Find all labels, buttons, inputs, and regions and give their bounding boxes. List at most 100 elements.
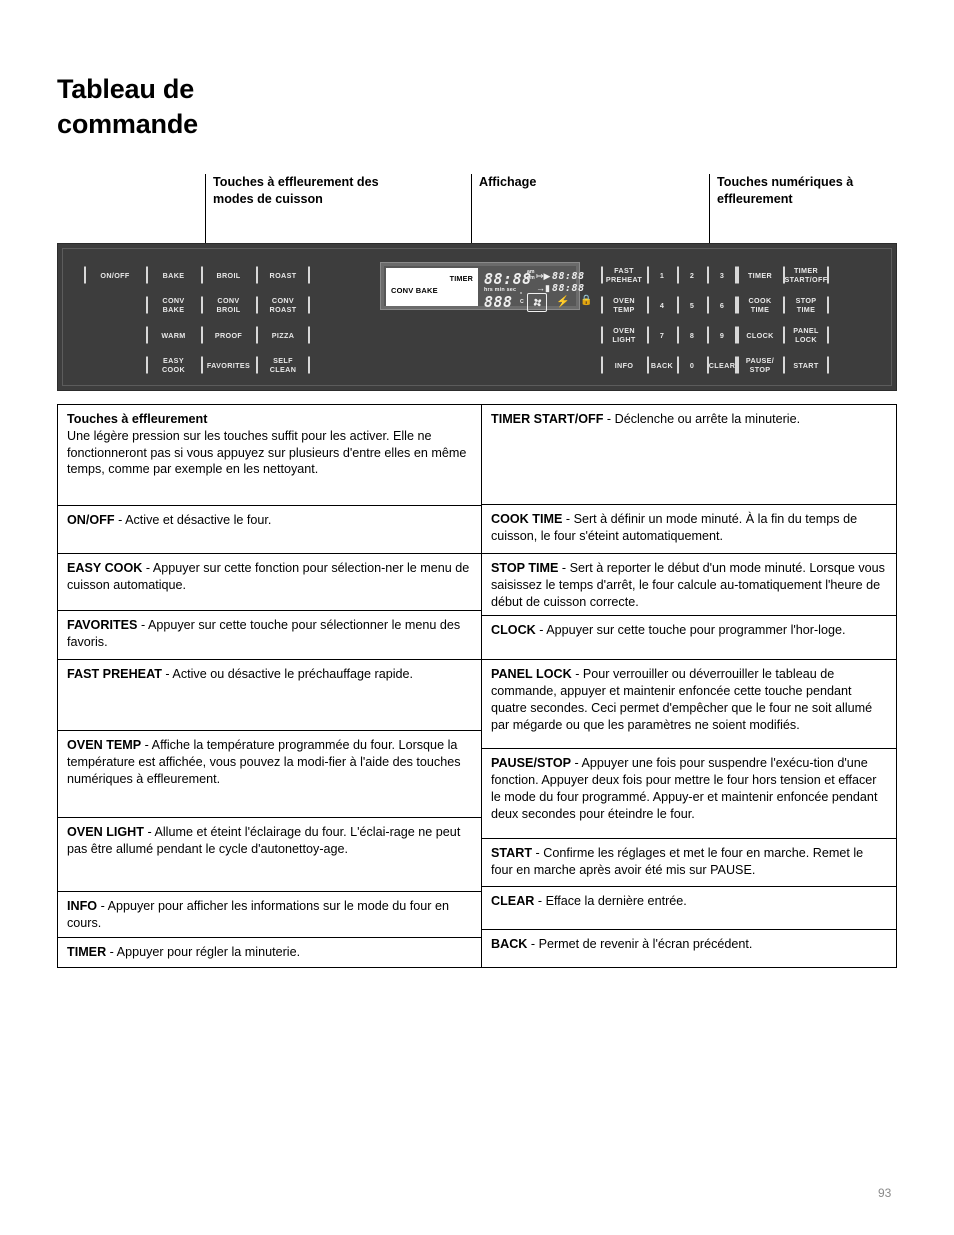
- convection-fan-icon: [527, 293, 547, 312]
- key-panel-lock[interactable]: PANEL LOCK: [783, 320, 829, 350]
- table-row-right-pause-stop: PAUSE/STOP - Appuyer une fois pour suspe…: [482, 749, 896, 840]
- table-row-description: - Efface la dernière entrée.: [534, 894, 687, 909]
- table-row-left-fast-preheat: FAST PREHEAT - Active ou désactive le pr…: [58, 660, 481, 731]
- table-row-key-name: COOK TIME: [491, 512, 563, 526]
- numeric-keypad: FAST PREHEAT 1 2 3 TIMER TIMER START/OFF OVEN …: [601, 260, 873, 380]
- table-column-right: TIMER START/OFF - Déclenche ou arrête la…: [482, 405, 896, 967]
- key-cook-time[interactable]: COOK TIME: [737, 290, 783, 320]
- lcd-temperature-digits: 888: [484, 293, 513, 311]
- key-pause-stop[interactable]: PAUSE/ STOP: [737, 350, 783, 380]
- key-9[interactable]: 9: [707, 320, 737, 350]
- table-row-key-name: EASY COOK: [67, 561, 143, 575]
- lcd-timer-label: TIMER: [449, 274, 473, 283]
- key-stop-time[interactable]: STOP TIME: [783, 290, 829, 320]
- key-roast[interactable]: ROAST: [256, 260, 310, 290]
- key-8[interactable]: 8: [677, 320, 707, 350]
- key-conv-broil[interactable]: CONV BROIL: [201, 290, 256, 320]
- table-row-key-name: STOP TIME: [491, 561, 559, 575]
- lcd-ampm-indicator: am pm: [527, 269, 535, 281]
- page-title: Tableau de commande: [57, 72, 387, 141]
- key-3[interactable]: 3: [707, 260, 737, 290]
- table-row-left-easy-cook: EASY COOK - Appuyer sur cette fonction p…: [58, 554, 481, 611]
- table-row-right-clear: CLEAR - Efface la dernière entrée.: [482, 887, 896, 931]
- table-row-left-timer: TIMER - Appuyer pour régler la minuterie…: [58, 938, 481, 967]
- key-conv-roast[interactable]: CONV ROAST: [256, 290, 310, 320]
- table-row-key-name: CLEAR: [491, 894, 535, 909]
- table-row-description: - Appuyer pour régler la minuterie.: [106, 944, 301, 959]
- table-row-description: - Déclenche ou arrête la minuterie.: [603, 412, 801, 426]
- table-row-key-name: PAUSE/STOP: [491, 756, 572, 771]
- table-row-description: - Active et désactive le four.: [114, 513, 272, 527]
- table-row-key-name: BACK: [491, 937, 528, 952]
- table-row-left-touches-effleurement: Touches à effleurement Une légère pressio…: [58, 405, 481, 506]
- key-fast-preheat[interactable]: FAST PREHEAT: [601, 260, 647, 290]
- lcd-clock-digits: 88:88: [484, 270, 532, 288]
- table-row-key-name: ON/OFF: [67, 513, 115, 527]
- key-2[interactable]: 2: [677, 260, 707, 290]
- key-timer-start-off[interactable]: TIMER START/OFF: [783, 260, 829, 290]
- key-oven-light[interactable]: OVEN LIGHT: [601, 320, 647, 350]
- keypad-spacer: [84, 350, 146, 380]
- key-conv-bake[interactable]: CONV BAKE: [146, 290, 201, 320]
- key-self-clean[interactable]: SELF CLEAN: [256, 350, 310, 380]
- table-row-key-name: TIMER: [67, 944, 107, 959]
- lcd-screen: TIMER CONV BAKE 88:88 am pm hrs min sec …: [384, 266, 592, 312]
- key-on-off[interactable]: ON/OFF: [84, 260, 146, 290]
- table-row-heading: Touches à effleurement: [67, 412, 208, 426]
- key-1[interactable]: 1: [647, 260, 677, 290]
- key-clock[interactable]: CLOCK: [737, 320, 783, 350]
- table-column-left: Touches à effleurement Une légère pressio…: [58, 405, 482, 967]
- key-clear[interactable]: CLEAR: [707, 350, 737, 380]
- lcd-cook-time-digits: 88:88: [552, 271, 585, 282]
- key-bake[interactable]: BAKE: [146, 260, 201, 290]
- table-row-right-clock: CLOCK - Appuyer sur cette touche pour pr…: [482, 616, 896, 661]
- key-oven-temp[interactable]: OVEN TEMP: [601, 290, 647, 320]
- key-favorites[interactable]: FAVORITES: [201, 350, 256, 380]
- page-number: 93: [878, 1186, 892, 1200]
- table-row-description: - Confirme les réglages et met le four e…: [491, 846, 864, 878]
- table-row-right-back: BACK - Permet de revenir à l'écran précé…: [482, 930, 896, 966]
- table-row-body: Une légère pression sur les touches suff…: [67, 428, 467, 477]
- key-description-table: Touches à effleurement Une légère pressio…: [57, 404, 897, 968]
- key-6[interactable]: 6: [707, 290, 737, 320]
- lcd-degree-units: ° C: [520, 292, 524, 305]
- key-warm[interactable]: WARM: [146, 320, 201, 350]
- table-row-left-on-off: ON/OFF - Active et désactive le four.: [58, 506, 481, 554]
- key-4[interactable]: 4: [647, 290, 677, 320]
- key-0[interactable]: 0: [677, 350, 707, 380]
- key-start[interactable]: START: [783, 350, 829, 380]
- table-row-description: - Appuyer sur cette touche pour programm…: [535, 623, 846, 638]
- broil-bolt-icon: ⚡: [556, 296, 570, 308]
- table-row-key-name: OVEN LIGHT: [67, 825, 144, 839]
- key-5[interactable]: 5: [677, 290, 707, 320]
- lcd-text-area: TIMER CONV BAKE: [386, 268, 478, 306]
- key-easy-cook[interactable]: EASY COOK: [146, 350, 201, 380]
- table-row-key-name: TIMER START/OFF: [491, 412, 604, 426]
- table-row-right-cook-time: COOK TIME - Sert à définir un mode minut…: [482, 505, 896, 554]
- keypad-spacer: [84, 290, 146, 320]
- table-row-key-name: FAST PREHEAT: [67, 667, 162, 681]
- key-back[interactable]: BACK: [647, 350, 677, 380]
- key-info[interactable]: INFO: [601, 350, 647, 380]
- table-row-key-name: PANEL LOCK: [491, 667, 572, 682]
- lock-icon: 🔒: [580, 295, 593, 306]
- table-row-key-name: CLOCK: [491, 623, 536, 638]
- table-row-left-oven-temp: OVEN TEMP - Affiche la température progr…: [58, 731, 481, 818]
- table-row-description: - Appuyer pour afficher les informations…: [67, 899, 449, 930]
- table-row-right-start: START - Confirme les réglages et met le …: [482, 839, 896, 888]
- keypad-spacer: [84, 320, 146, 350]
- key-timer[interactable]: TIMER: [737, 260, 783, 290]
- key-broil[interactable]: BROIL: [201, 260, 256, 290]
- cook-start-arrow-icon: ↦▶: [536, 271, 551, 281]
- control-panel-illustration: ON/OFF BAKE BROIL ROAST CONV BAKE CONV BROIL C…: [57, 243, 897, 391]
- table-row-key-name: OVEN TEMP: [67, 738, 142, 752]
- key-pizza[interactable]: PIZZA: [256, 320, 310, 350]
- table-row-left-info: INFO - Appuyer pour afficher les informa…: [58, 892, 481, 938]
- table-row-description: - Active ou désactive le préchauffage ra…: [161, 667, 414, 681]
- table-row-key-name: START: [491, 846, 533, 861]
- key-proof[interactable]: PROOF: [201, 320, 256, 350]
- page-title-line2: commande: [57, 108, 198, 139]
- table-row-description: - Permet de revenir à l'écran précédent.: [527, 937, 753, 952]
- page-title-line1: Tableau de: [57, 74, 195, 104]
- key-7[interactable]: 7: [647, 320, 677, 350]
